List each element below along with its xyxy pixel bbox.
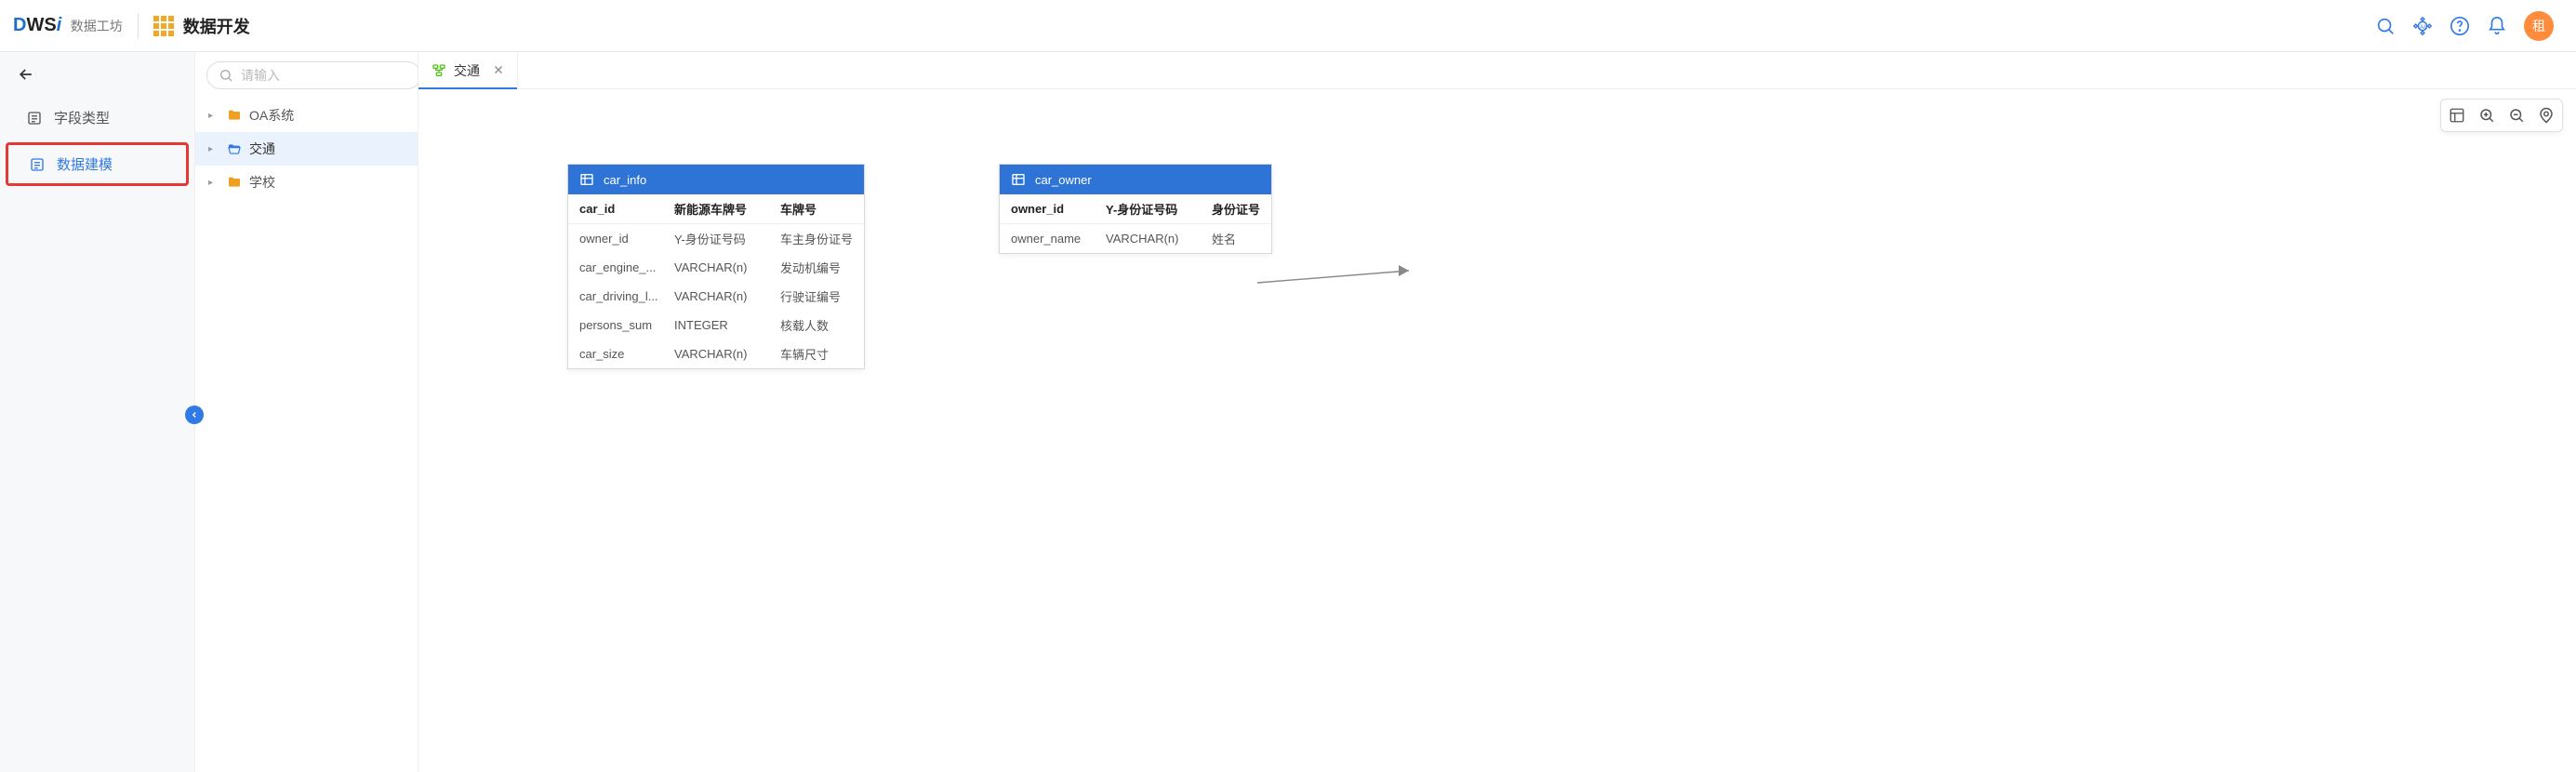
canvas-toolbar — [2440, 99, 2563, 132]
column-comment: 行驶证编号 — [780, 287, 853, 305]
divider — [138, 13, 139, 39]
sidebar-item-field-type[interactable]: 字段类型 — [0, 97, 194, 139]
column-comment: 核载人数 — [780, 316, 853, 334]
entity-header[interactable]: car_info — [568, 165, 864, 194]
entity-car_info[interactable]: car_info car_id 新能源车牌号 车牌号 owner_id Y-身份… — [567, 164, 865, 369]
header: DWSi 数据工坊 数据开发 AI 租 — [0, 0, 2576, 52]
entity-car_owner[interactable]: car_owner owner_id Y-身份证号码 身份证号 owner_na… — [999, 164, 1272, 254]
chevron-right-icon: ▸ — [208, 178, 219, 188]
close-icon[interactable] — [493, 63, 504, 78]
tree-search-box[interactable] — [206, 61, 421, 89]
column-field: owner_name — [1011, 232, 1102, 246]
grid-icon — [153, 16, 174, 36]
column-field: persons_sum — [579, 318, 671, 332]
chevron-right-icon: ▸ — [208, 111, 219, 121]
table-icon — [1011, 172, 1026, 187]
avatar[interactable]: 租 — [2524, 11, 2554, 41]
model-tab-icon — [432, 63, 446, 78]
entity-column[interactable]: owner_id Y-身份证号码 身份证号 — [1000, 194, 1271, 224]
list-icon — [26, 110, 43, 126]
zoom-in-icon[interactable] — [2475, 103, 2499, 127]
entity-name: car_info — [604, 173, 646, 187]
column-type: INTEGER — [674, 318, 777, 332]
tree-item-label: OA系统 — [249, 106, 294, 125]
sidebar-rail: 字段类型 数据建模 — [0, 52, 195, 772]
column-field: car_driving_l... — [579, 289, 671, 303]
ai-icon[interactable]: AI — [2412, 16, 2433, 36]
entity-column[interactable]: car_engine_... VARCHAR(n) 发动机编号 — [568, 253, 864, 282]
entity-name: car_owner — [1035, 173, 1092, 187]
tree-panel: ▸ OA系统 ▸ 交通 ▸ 学校 — [195, 52, 418, 772]
column-comment: 发动机编号 — [780, 259, 853, 276]
tree-item-oa[interactable]: ▸ OA系统 — [195, 99, 418, 132]
column-comment: 车牌号 — [780, 200, 853, 218]
column-type: VARCHAR(n) — [1106, 232, 1208, 246]
tree-search-row — [195, 52, 418, 99]
tab-traffic[interactable]: 交通 — [418, 52, 518, 88]
bell-icon[interactable] — [2487, 16, 2507, 36]
column-comment: 车主身份证号 — [780, 230, 853, 247]
tree-item-traffic[interactable]: ▸ 交通 — [195, 132, 418, 166]
sidebar-item-label: 数据建模 — [57, 154, 113, 174]
column-field: car_engine_... — [579, 260, 671, 274]
app-title[interactable]: 数据开发 — [153, 14, 250, 38]
header-icons: AI 租 — [2375, 11, 2563, 41]
entity-column[interactable]: car_driving_l... VARCHAR(n) 行驶证编号 — [568, 282, 864, 311]
folder-icon — [227, 108, 242, 123]
collapse-button[interactable] — [185, 406, 204, 424]
column-comment: 车辆尺寸 — [780, 345, 853, 363]
sidebar-item-data-modeling[interactable]: 数据建模 — [6, 142, 189, 186]
column-type: Y-身份证号码 — [1106, 200, 1208, 218]
column-type: VARCHAR(n) — [674, 347, 777, 361]
sidebar-item-label: 字段类型 — [54, 108, 110, 127]
tabs: 交通 — [418, 52, 2576, 89]
entity-column[interactable]: owner_name VARCHAR(n) 姓名 — [1000, 224, 1271, 253]
column-field: car_id — [579, 202, 671, 216]
chevron-right-icon: ▸ — [208, 144, 219, 154]
entity-column[interactable]: persons_sum INTEGER 核载人数 — [568, 311, 864, 339]
zoom-out-icon[interactable] — [2504, 103, 2529, 127]
column-field: owner_id — [579, 232, 671, 246]
folder-open-icon — [227, 141, 242, 156]
entity-column[interactable]: car_id 新能源车牌号 车牌号 — [568, 194, 864, 224]
tree-item-label: 交通 — [249, 140, 275, 158]
entity-column[interactable]: car_size VARCHAR(n) 车辆尺寸 — [568, 339, 864, 368]
main: 交通 — [418, 52, 2576, 772]
entity-header[interactable]: car_owner — [1000, 165, 1271, 194]
column-type: Y-身份证号码 — [674, 230, 777, 247]
column-type: VARCHAR(n) — [674, 289, 777, 303]
fit-icon[interactable] — [2534, 103, 2558, 127]
model-icon — [29, 156, 46, 173]
logo[interactable]: DWSi 数据工坊 — [13, 15, 123, 36]
entity-column[interactable]: owner_id Y-身份证号码 车主身份证号 — [568, 224, 864, 253]
search-icon[interactable] — [2375, 16, 2396, 36]
search-input[interactable] — [241, 68, 409, 83]
column-type: VARCHAR(n) — [674, 260, 777, 274]
column-type: 新能源车牌号 — [674, 200, 777, 218]
app-title-label: 数据开发 — [183, 14, 250, 38]
canvas[interactable]: car_info car_id 新能源车牌号 车牌号 owner_id Y-身份… — [418, 89, 2576, 772]
column-field: car_size — [579, 347, 671, 361]
back-button[interactable] — [15, 63, 37, 86]
layout-icon[interactable] — [2445, 103, 2469, 127]
tree-item-school[interactable]: ▸ 学校 — [195, 166, 418, 199]
search-icon — [219, 68, 233, 83]
tree-item-label: 学校 — [249, 173, 275, 192]
column-comment: 身份证号 — [1212, 200, 1260, 218]
column-field: owner_id — [1011, 202, 1102, 216]
table-icon — [579, 172, 594, 187]
column-comment: 姓名 — [1212, 230, 1260, 247]
help-icon[interactable] — [2450, 16, 2470, 36]
tab-label: 交通 — [454, 61, 480, 80]
folder-icon — [227, 175, 242, 190]
svg-text:AI: AI — [2420, 23, 2425, 30]
